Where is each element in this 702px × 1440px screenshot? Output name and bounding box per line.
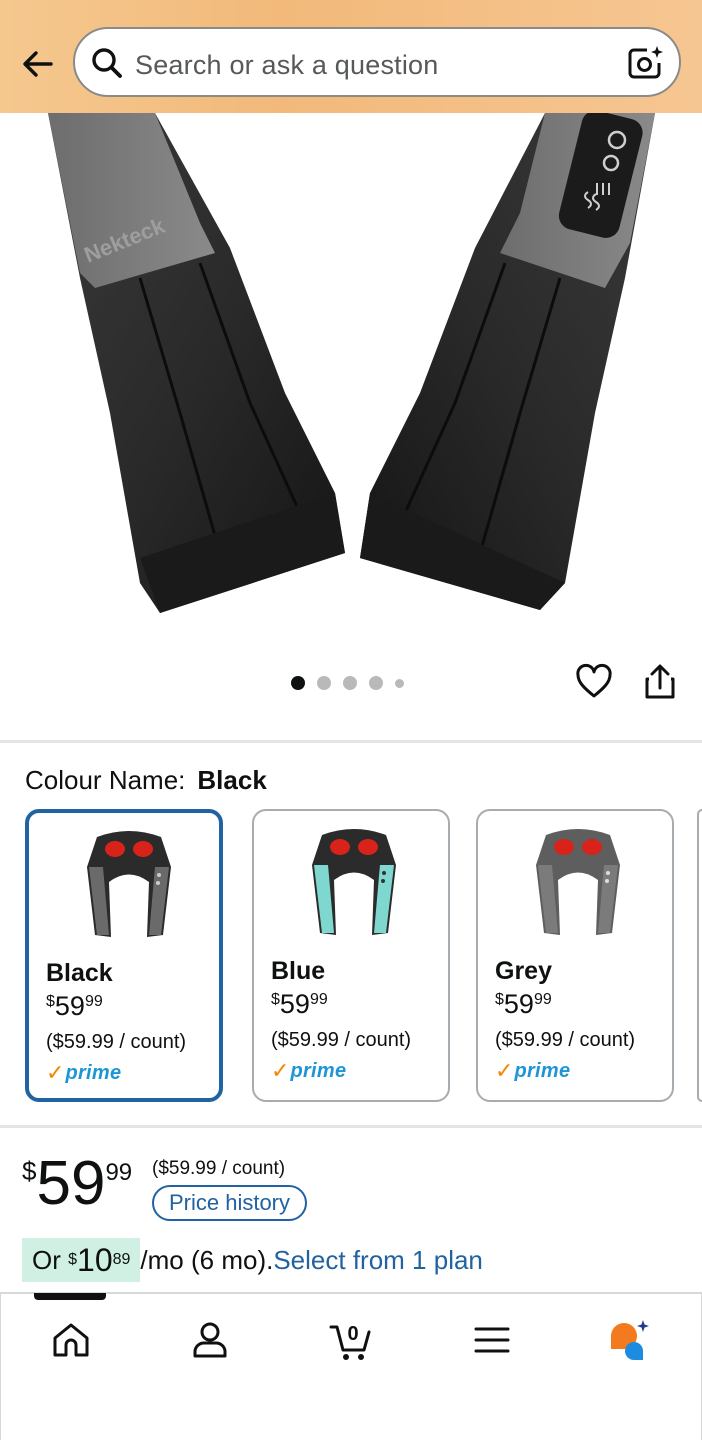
- colour-option-grey[interactable]: Grey $5999 ($59.99 / count) ✓ prime: [476, 809, 674, 1102]
- prime-check-icon: ✓: [271, 1058, 290, 1083]
- option-unit-price: ($59.99 / count): [271, 1029, 412, 1051]
- rufus-assistant-icon[interactable]: [607, 1318, 651, 1362]
- menu-icon[interactable]: [470, 1318, 514, 1362]
- colour-label: Colour Name:: [25, 765, 186, 795]
- option-name: Grey: [495, 957, 552, 985]
- colour-option-black[interactable]: Black $5999 ($59.99 / count) ✓ prime: [25, 809, 223, 1102]
- top-header: Search or ask a question: [0, 0, 702, 113]
- share-icon[interactable]: [640, 662, 680, 702]
- prime-check-icon: ✓: [495, 1058, 514, 1083]
- swatch-thumbnail: [302, 825, 406, 943]
- search-icon: [89, 45, 125, 81]
- option-price: $5999: [271, 989, 328, 1019]
- unit-price: ($59.99 / count): [152, 1158, 286, 1179]
- heart-icon[interactable]: [574, 662, 614, 702]
- price-history-button[interactable]: Price history: [152, 1185, 307, 1221]
- selected-colour: Black: [197, 765, 267, 795]
- installment-term: /mo (6 mo).: [140, 1244, 274, 1275]
- back-arrow-icon[interactable]: [18, 44, 58, 84]
- prime-badge: ✓ prime: [495, 1058, 571, 1083]
- search-bar[interactable]: Search or ask a question: [73, 27, 681, 97]
- option-unit-price: ($59.99 / count): [495, 1029, 636, 1051]
- cart-icon[interactable]: 0: [329, 1318, 373, 1362]
- section-divider: [0, 1125, 702, 1128]
- bottom-nav-bar: [0, 1292, 702, 1440]
- product-image[interactable]: Nekteck: [0, 113, 702, 653]
- camera-icon[interactable]: [625, 43, 665, 83]
- pagination-dot[interactable]: [317, 676, 331, 690]
- cart-count: 0: [347, 1323, 358, 1345]
- pagination-dot[interactable]: [291, 676, 305, 690]
- colour-option-next[interactable]: [697, 809, 702, 1102]
- installment-highlight: Or $10 89: [22, 1238, 141, 1282]
- installment-plan: Or $10 89/mo (6 mo). Select from 1 plan: [22, 1238, 483, 1282]
- option-price: $5999: [46, 991, 103, 1021]
- pagination-dot[interactable]: [369, 676, 383, 690]
- section-divider: [0, 740, 702, 743]
- colour-option-blue[interactable]: Blue $5999 ($59.99 / count) ✓ prime: [252, 809, 450, 1102]
- home-icon[interactable]: [49, 1318, 93, 1362]
- active-tab-indicator: [34, 1293, 106, 1300]
- swatch-thumbnail: [526, 825, 630, 943]
- option-name: Black: [46, 959, 113, 987]
- swatch-thumbnail: [77, 827, 181, 945]
- search-input[interactable]: Search or ask a question: [135, 50, 438, 81]
- pagination-dot[interactable]: [395, 678, 404, 688]
- select-plan-link[interactable]: Select from 1 plan: [273, 1245, 483, 1276]
- prime-badge: ✓ prime: [271, 1058, 347, 1083]
- option-price: $5999: [495, 989, 552, 1019]
- option-name: Blue: [271, 957, 326, 985]
- prime-check-icon: ✓: [46, 1060, 65, 1085]
- product-price: $5999: [22, 1149, 133, 1218]
- pagination-dot[interactable]: [343, 676, 357, 690]
- option-unit-price: ($59.99 / count): [46, 1031, 187, 1053]
- image-pagination: [291, 676, 404, 690]
- account-icon[interactable]: [188, 1318, 232, 1362]
- prime-badge: ✓ prime: [46, 1060, 122, 1085]
- colour-name-row: Colour Name: Black: [25, 765, 267, 796]
